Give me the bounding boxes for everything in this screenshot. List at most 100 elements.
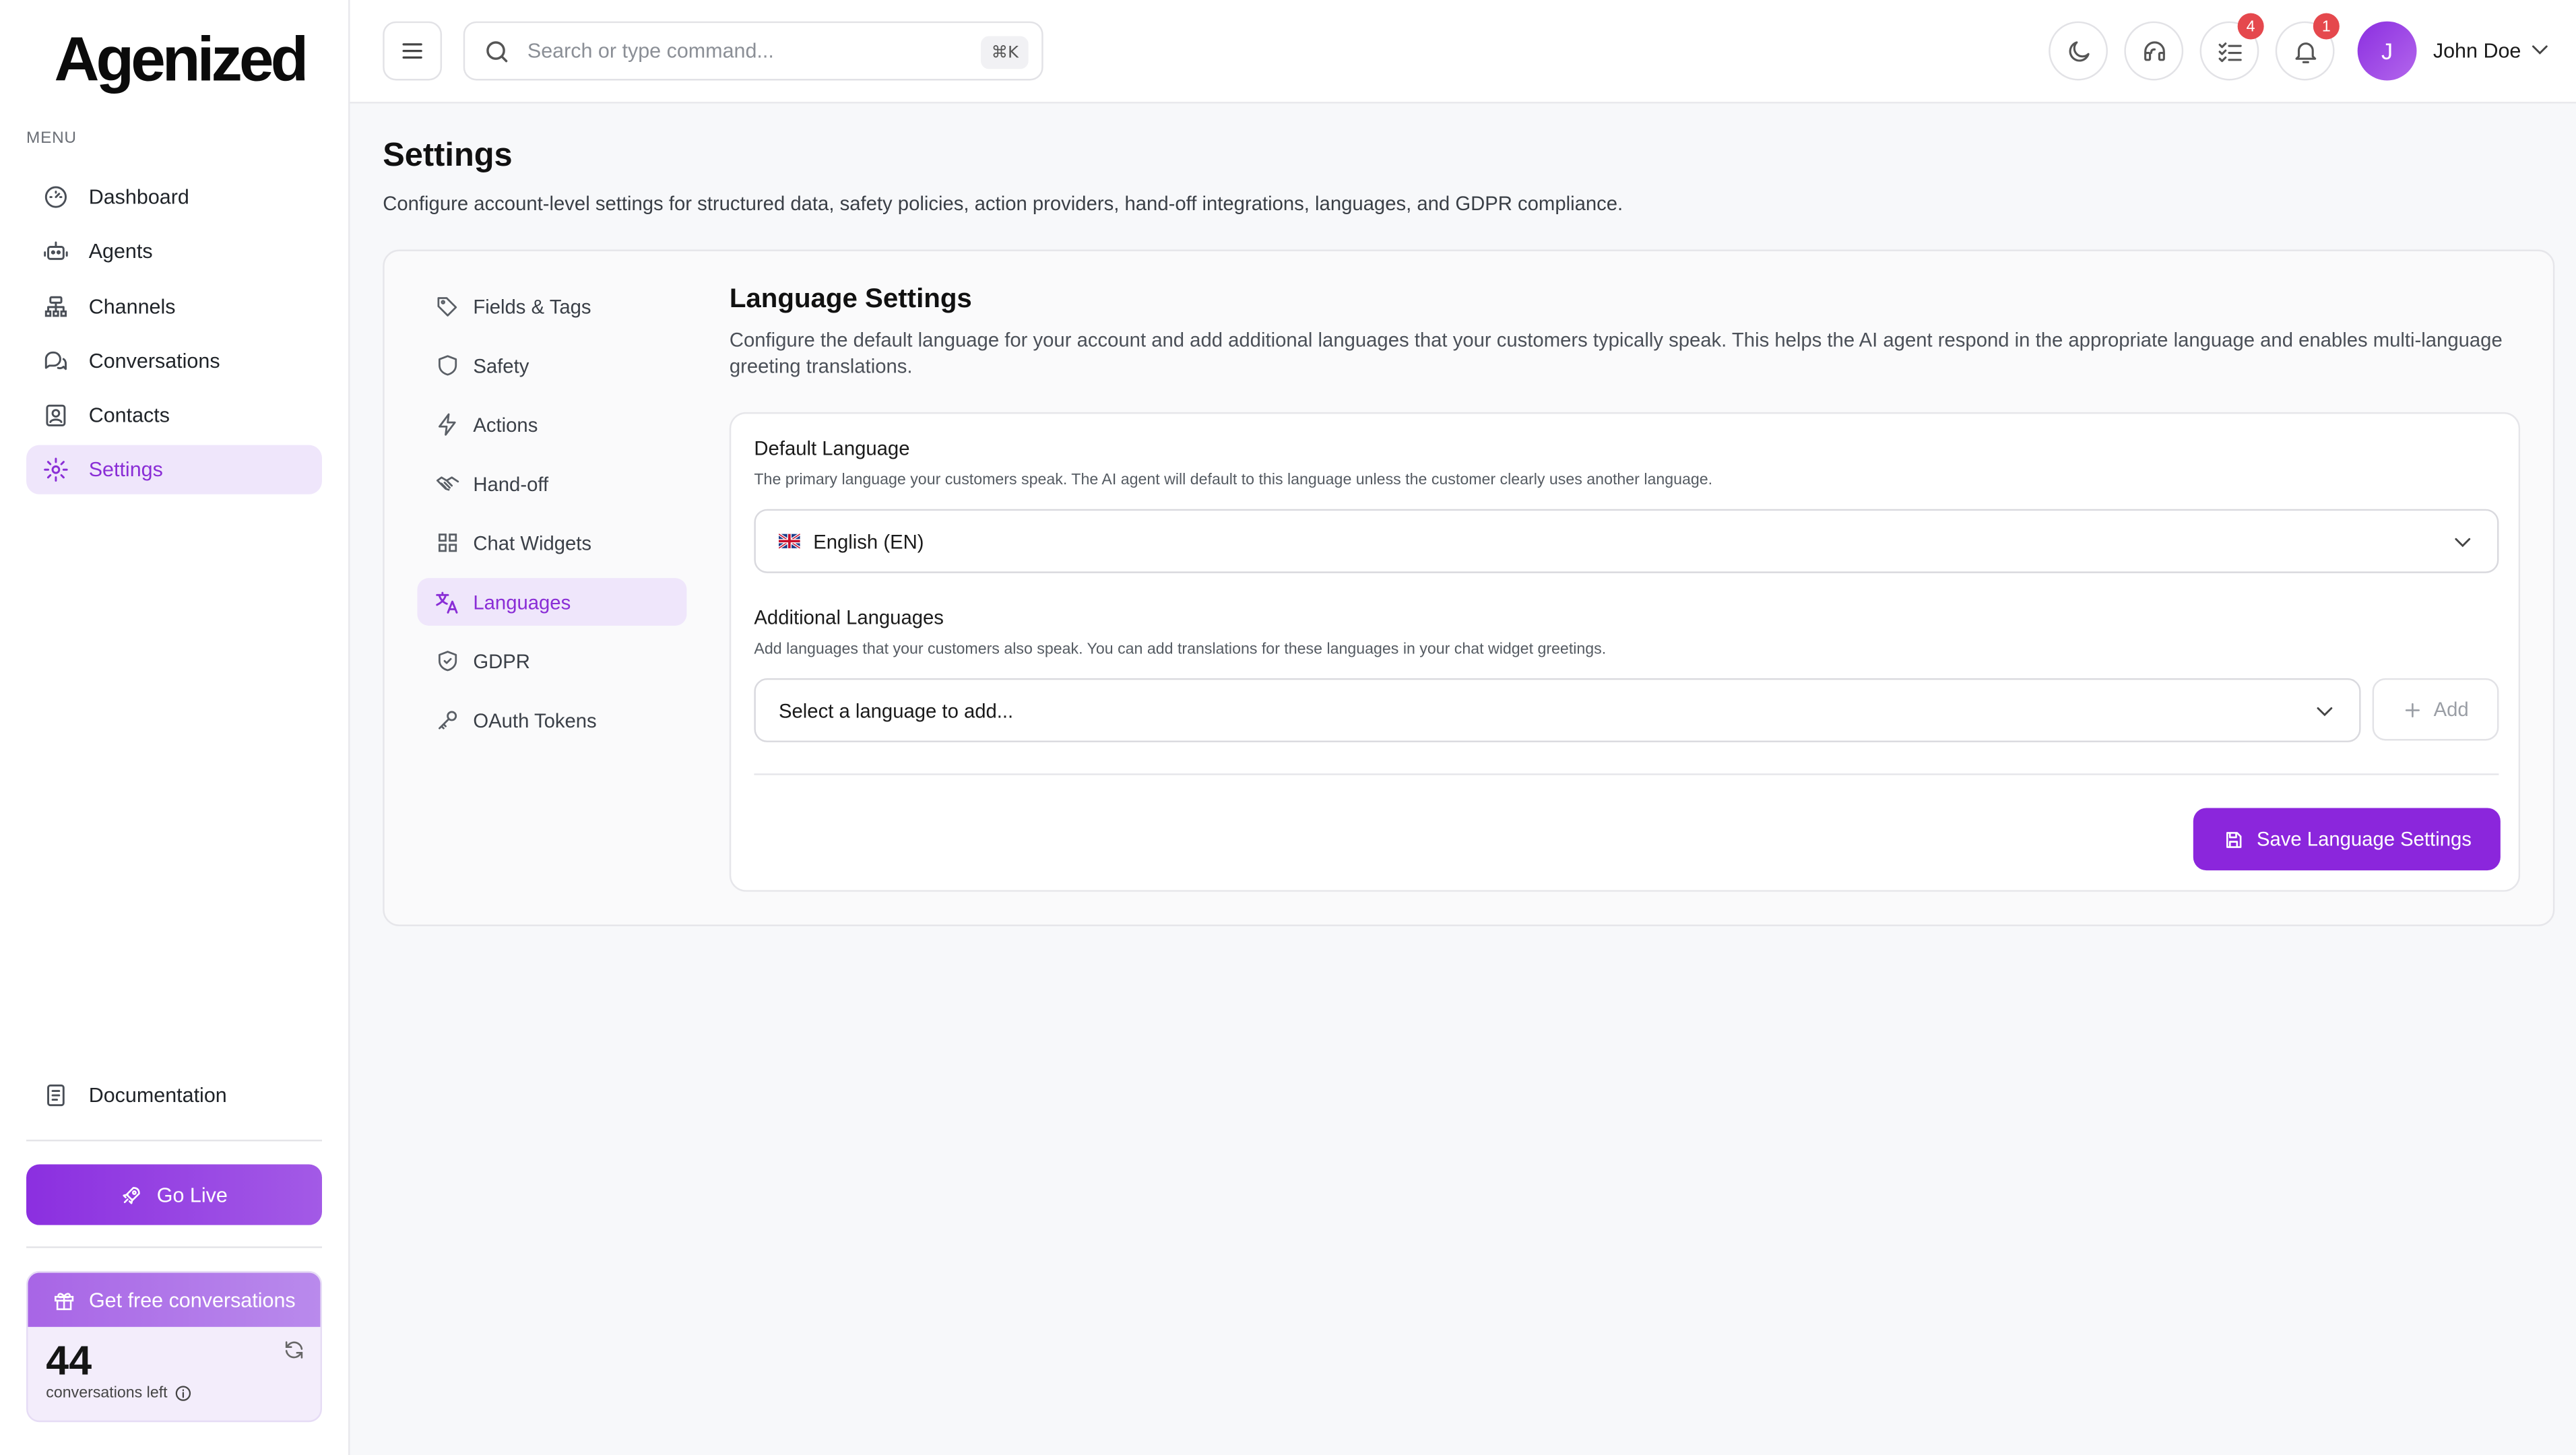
info-icon[interactable] [174, 1384, 192, 1402]
sidebar-item-agents[interactable]: Agents [26, 227, 322, 276]
search-bar[interactable]: ⌘K [463, 21, 1043, 81]
settings-nav-languages[interactable]: Languages [417, 578, 687, 626]
search-input[interactable] [527, 39, 955, 63]
default-language-help: The primary language your customers spea… [754, 471, 1713, 490]
default-language-label: Default Language [754, 437, 910, 460]
settings-card: Fields & Tags Safety Actions Hand-off Ch… [383, 249, 2555, 926]
settings-nav: Fields & Tags Safety Actions Hand-off Ch… [417, 282, 687, 755]
language-form: Default Language The primary language yo… [729, 412, 2521, 892]
page-description: Configure account-level settings for str… [383, 192, 1623, 216]
tag-icon [434, 293, 460, 319]
topbar: ⌘K 4 1 [350, 0, 2576, 104]
settings-nav-oauth-tokens[interactable]: OAuth Tokens [417, 697, 686, 744]
page-title: Settings [383, 137, 513, 174]
save-label: Save Language Settings [2256, 827, 2472, 851]
sidebar-item-dashboard[interactable]: Dashboard [26, 172, 322, 222]
documentation-link[interactable]: Documentation [26, 1071, 322, 1120]
section-description: Configure the default language for your … [729, 328, 2503, 378]
settings-nav-fields-tags[interactable]: Fields & Tags [417, 282, 686, 330]
add-language-label: Add [2433, 698, 2469, 721]
user-name[interactable]: John Doe [2433, 40, 2521, 63]
settings-nav-label: Fields & Tags [473, 294, 591, 318]
document-icon [41, 1080, 71, 1110]
channels-icon [41, 292, 71, 321]
shield-icon [434, 352, 460, 379]
section-title: Language Settings [729, 284, 972, 314]
settings-nav-hand-off[interactable]: Hand-off [417, 460, 686, 508]
gear-icon [41, 455, 71, 485]
notifications-badge: 1 [2313, 13, 2340, 40]
handshake-icon [434, 470, 460, 496]
robot-icon [41, 237, 71, 267]
chevron-down-icon[interactable] [2528, 38, 2551, 61]
sidebar-item-label: Dashboard [88, 185, 189, 209]
plus-icon [2402, 699, 2424, 720]
settings-nav-chat-widgets[interactable]: Chat Widgets [417, 519, 686, 567]
sidebar-divider [26, 1246, 323, 1248]
checklist-icon [2216, 37, 2243, 65]
settings-nav-label: Actions [473, 413, 538, 437]
key-icon [434, 707, 460, 734]
conversations-left-text: conversations left [46, 1384, 168, 1402]
form-divider [754, 773, 2499, 775]
settings-nav-safety[interactable]: Safety [417, 342, 686, 389]
settings-nav-label: Safety [473, 354, 529, 377]
brand-logo[interactable]: Agenized [54, 23, 309, 98]
dashboard-icon [41, 183, 71, 212]
grid-icon [434, 529, 460, 556]
moon-icon [2064, 37, 2092, 65]
conversations-left-label: conversations left [46, 1384, 192, 1402]
translate-icon [434, 589, 460, 615]
sidebar-item-documentation[interactable]: Documentation [26, 1071, 322, 1120]
tasks-button[interactable]: 4 [2199, 13, 2264, 81]
settings-nav-label: OAuth Tokens [473, 708, 597, 732]
sidebar-item-label: Conversations [88, 350, 220, 373]
sidebar-item-contacts[interactable]: Contacts [26, 391, 322, 441]
support-button[interactable] [2124, 21, 2184, 81]
notifications-button[interactable]: 1 [2275, 13, 2340, 81]
sidebar-item-channels[interactable]: Channels [26, 282, 322, 331]
sidebar-item-conversations[interactable]: Conversations [26, 337, 322, 386]
sidebar-item-label: Contacts [88, 404, 170, 428]
settings-nav-label: Languages [473, 590, 571, 614]
additional-language-placeholder: Select a language to add... [778, 699, 1014, 722]
default-language-select[interactable]: English (EN) [754, 509, 2499, 573]
uk-flag-icon [778, 534, 800, 549]
bell-icon [2291, 37, 2319, 65]
shield-check-icon [434, 648, 460, 674]
sidebar-item-label: Agents [88, 240, 153, 263]
additional-language-select[interactable]: Select a language to add... [754, 678, 2361, 742]
search-icon [483, 37, 511, 65]
documentation-label: Documentation [88, 1084, 227, 1107]
menu-toggle-button[interactable] [383, 21, 443, 81]
hamburger-icon [399, 38, 426, 64]
free-conversations-card: Get free conversations 44 conversations … [26, 1270, 323, 1423]
save-language-settings-button[interactable]: Save Language Settings [2193, 808, 2501, 871]
search-shortcut: ⌘K [981, 36, 1029, 69]
avatar[interactable]: J [2357, 21, 2417, 81]
settings-nav-label: Hand-off [473, 472, 549, 496]
tasks-badge: 4 [2237, 13, 2264, 40]
language-settings-panel: Language Settings Configure the default … [729, 284, 2523, 892]
settings-nav-gdpr[interactable]: GDPR [417, 637, 686, 685]
headset-icon [2140, 37, 2168, 65]
get-free-conversations-button[interactable]: Get free conversations [28, 1272, 321, 1327]
settings-nav-label: Chat Widgets [473, 531, 592, 554]
sidebar-item-settings[interactable]: Settings [26, 445, 323, 495]
promo-title: Get free conversations [88, 1288, 296, 1312]
sidebar-item-label: Channels [88, 294, 176, 318]
additional-languages-label: Additional Languages [754, 606, 944, 629]
sidebar-nav: Dashboard Agents Channels Conversations [26, 172, 323, 500]
lightning-icon [434, 412, 460, 438]
chat-icon [41, 346, 71, 376]
go-live-button[interactable]: Go Live [26, 1164, 323, 1225]
sidebar: Agenized MENU Dashboard Agents Channels [0, 0, 350, 1455]
main-area: ⌘K 4 1 [350, 0, 2576, 1455]
chevron-down-icon [2313, 700, 2336, 723]
refresh-icon[interactable] [282, 1338, 305, 1361]
go-live-label: Go Live [156, 1183, 228, 1206]
conversations-count: 44 [46, 1338, 92, 1385]
add-language-button[interactable]: Add [2372, 678, 2499, 741]
settings-nav-actions[interactable]: Actions [417, 401, 686, 449]
theme-toggle-button[interactable] [2049, 21, 2108, 81]
